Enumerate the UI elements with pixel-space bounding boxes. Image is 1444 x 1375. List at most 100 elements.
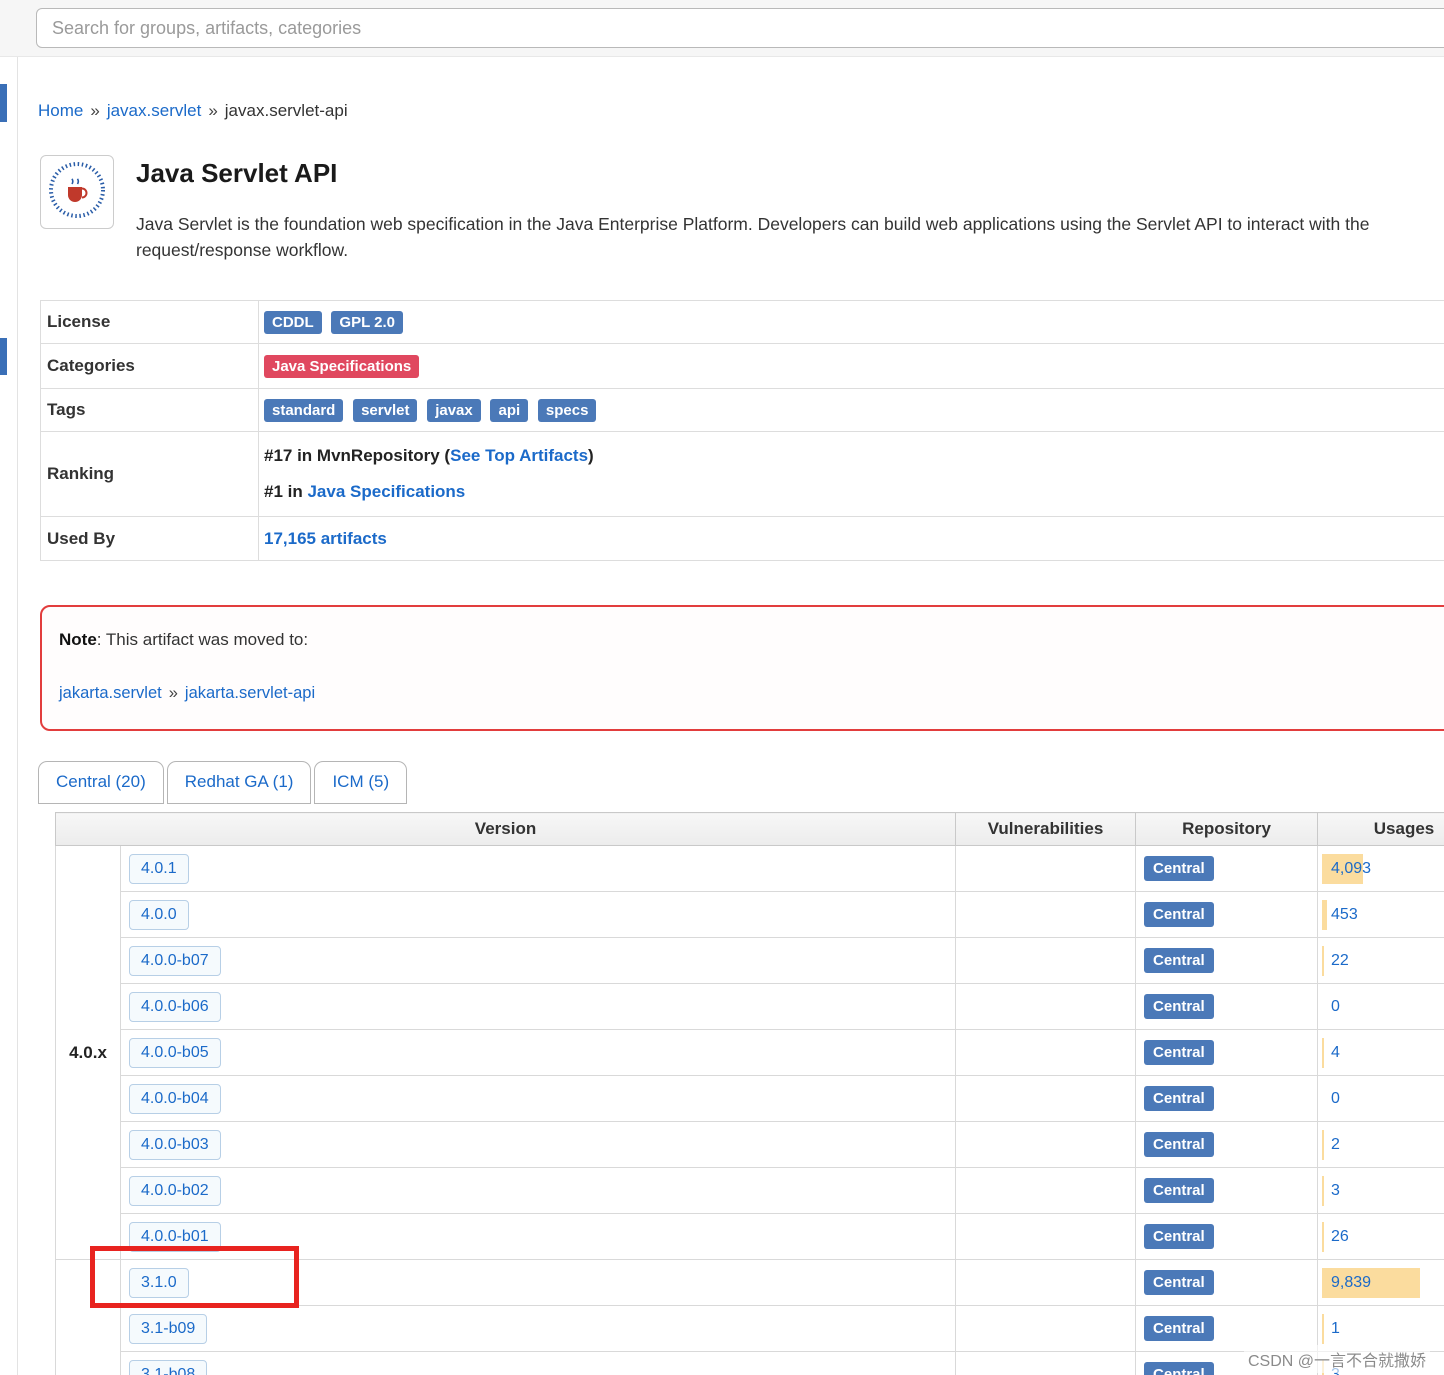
usage-bar: [1322, 1221, 1325, 1252]
version-table-row: 3.1-b09 Central 1: [56, 1305, 1444, 1352]
jakarta-servlet-link[interactable]: jakarta.servlet: [59, 684, 162, 702]
version-link[interactable]: 4.0.1: [129, 853, 189, 884]
usages-count-link[interactable]: 3: [1331, 1182, 1340, 1199]
usage-bar: [1322, 945, 1325, 976]
tags-value: standard servlet javax api specs: [258, 388, 1444, 432]
tab-central[interactable]: Central (20): [38, 761, 164, 804]
version-table-row: 4.0.0-b03 Central 2: [56, 1121, 1444, 1168]
usages-count-link[interactable]: 0: [1331, 998, 1340, 1015]
tag-badge-api[interactable]: api: [490, 398, 529, 422]
repository-central-link[interactable]: Central: [1144, 1040, 1214, 1065]
header-version: Version: [54, 812, 957, 846]
repository-central-link[interactable]: Central: [1144, 1224, 1214, 1249]
repository-central-link[interactable]: Central: [1144, 1270, 1214, 1295]
repository-central-link[interactable]: Central: [1144, 856, 1214, 881]
repository-tabs: Central (20) Redhat GA (1) ICM (5): [38, 761, 408, 804]
usages-cell: 9,839: [1317, 1259, 1444, 1306]
repository-central-link[interactable]: Central: [1144, 948, 1214, 973]
repository-cell: Central: [1135, 1213, 1319, 1260]
usages-cell: 4,093: [1317, 845, 1444, 892]
version-link[interactable]: 4.0.0-b05: [129, 1037, 221, 1068]
tag-badge-javax[interactable]: javax: [427, 398, 481, 422]
repository-central-link[interactable]: Central: [1144, 1178, 1214, 1203]
tag-badge-specs[interactable]: specs: [537, 398, 597, 422]
license-badge-cddl[interactable]: CDDL: [264, 310, 322, 334]
repository-central-link[interactable]: Central: [1144, 1086, 1214, 1111]
repository-central-link[interactable]: Central: [1144, 902, 1214, 927]
version-cell: 4.0.0: [119, 891, 957, 938]
version-link[interactable]: 3.1-b09: [129, 1313, 208, 1344]
vulnerabilities-cell: [955, 1305, 1137, 1352]
ranking-line1-prefix: #17 in MvnRepository (: [264, 446, 451, 465]
version-table-row: 3.1-b08 Central 3: [56, 1351, 1444, 1375]
version-link[interactable]: 4.0.0-b02: [129, 1175, 221, 1206]
license-row: License CDDL GPL 2.0: [40, 300, 1444, 344]
repository-cell: Central: [1135, 1259, 1319, 1306]
repository-central-link[interactable]: Central: [1144, 1362, 1214, 1375]
repository-central-link[interactable]: Central: [1144, 1132, 1214, 1157]
vulnerabilities-cell: [955, 1167, 1137, 1214]
tag-badge-servlet[interactable]: servlet: [353, 398, 418, 422]
vulnerabilities-cell: [955, 845, 1137, 892]
java-specifications-link[interactable]: Java Specifications: [307, 482, 465, 501]
usages-count-link[interactable]: 453: [1331, 906, 1358, 923]
version-link[interactable]: 4.0.0-b07: [129, 945, 221, 976]
repository-cell: Central: [1135, 1167, 1319, 1214]
license-badge-gpl[interactable]: GPL 2.0: [331, 310, 403, 334]
repository-cell: Central: [1135, 845, 1319, 892]
usages-count-link[interactable]: 9,839: [1331, 1274, 1371, 1291]
usage-bar: [1322, 1175, 1325, 1206]
versions-table-header: Version Vulnerabilities Repository Usage…: [54, 812, 1444, 846]
categories-value: Java Specifications: [258, 343, 1444, 389]
ranking-line-1: #17 in MvnRepository (See Top Artifacts): [264, 438, 1444, 474]
version-table-row: 3.1.0 Central 9,839: [55, 1259, 1444, 1375]
usages-count-link[interactable]: 26: [1331, 1228, 1349, 1245]
usages-count-link[interactable]: 4,093: [1331, 860, 1371, 877]
see-top-artifacts-link[interactable]: See Top Artifacts: [450, 446, 588, 465]
ranking-line1-suffix: ): [588, 446, 594, 465]
search-bar-strip: [0, 0, 1444, 57]
repository-cell: Central: [1135, 937, 1319, 984]
version-link[interactable]: 4.0.0-b04: [129, 1083, 221, 1114]
version-table-row: 4.0.0-b01 Central 26: [56, 1213, 1444, 1260]
category-badge-java-specifications[interactable]: Java Specifications: [264, 354, 420, 378]
breadcrumb: Home » javax.servlet » javax.servlet-api: [38, 101, 348, 121]
version-link[interactable]: 4.0.0-b03: [129, 1129, 221, 1160]
version-cell: 3.1.0: [119, 1259, 957, 1306]
version-cell: 4.0.0-b02: [119, 1167, 957, 1214]
vulnerabilities-cell: [955, 891, 1137, 938]
search-input[interactable]: [36, 8, 1444, 48]
version-link[interactable]: 3.1-b08: [129, 1359, 208, 1375]
breadcrumb-group-link[interactable]: javax.servlet: [107, 101, 201, 120]
repository-central-link[interactable]: Central: [1144, 1316, 1214, 1341]
license-value: CDDL GPL 2.0: [258, 300, 1444, 344]
vulnerabilities-cell: [955, 1259, 1137, 1306]
usages-count-link[interactable]: 22: [1331, 952, 1349, 969]
repository-central-link[interactable]: Central: [1144, 994, 1214, 1019]
usages-cell: 22: [1317, 937, 1444, 984]
version-link[interactable]: 3.1.0: [129, 1267, 189, 1298]
repository-cell: Central: [1135, 891, 1319, 938]
repository-cell: Central: [1135, 1029, 1319, 1076]
used-by-artifacts-link[interactable]: 17,165 artifacts: [264, 529, 387, 548]
version-cell: 4.0.1: [119, 845, 957, 892]
version-table-row: 4.0.0-b04 Central 0: [56, 1075, 1444, 1122]
usages-count-link[interactable]: 0: [1331, 1090, 1340, 1107]
jakarta-servlet-api-link[interactable]: jakarta.servlet-api: [185, 684, 315, 702]
left-edge-marker: [0, 338, 7, 375]
version-cell: 4.0.0-b04: [119, 1075, 957, 1122]
categories-label: Categories: [40, 343, 259, 389]
version-link[interactable]: 4.0.0: [129, 899, 189, 930]
used-by-value: 17,165 artifacts: [258, 516, 1444, 561]
version-link[interactable]: 4.0.0-b01: [129, 1221, 221, 1252]
usages-count-link[interactable]: 1: [1331, 1320, 1340, 1337]
version-table-row: 4.0.x 4.0.1 Central 4,093: [55, 845, 1444, 1260]
tab-icm[interactable]: ICM (5): [314, 761, 408, 804]
usages-count-link[interactable]: 4: [1331, 1044, 1340, 1061]
usages-count-link[interactable]: 2: [1331, 1136, 1340, 1153]
tag-badge-standard[interactable]: standard: [264, 398, 344, 422]
note-bold: Note: [59, 630, 97, 649]
tab-redhat-ga[interactable]: Redhat GA (1): [166, 761, 312, 804]
breadcrumb-home-link[interactable]: Home: [38, 101, 83, 120]
version-link[interactable]: 4.0.0-b06: [129, 991, 221, 1022]
